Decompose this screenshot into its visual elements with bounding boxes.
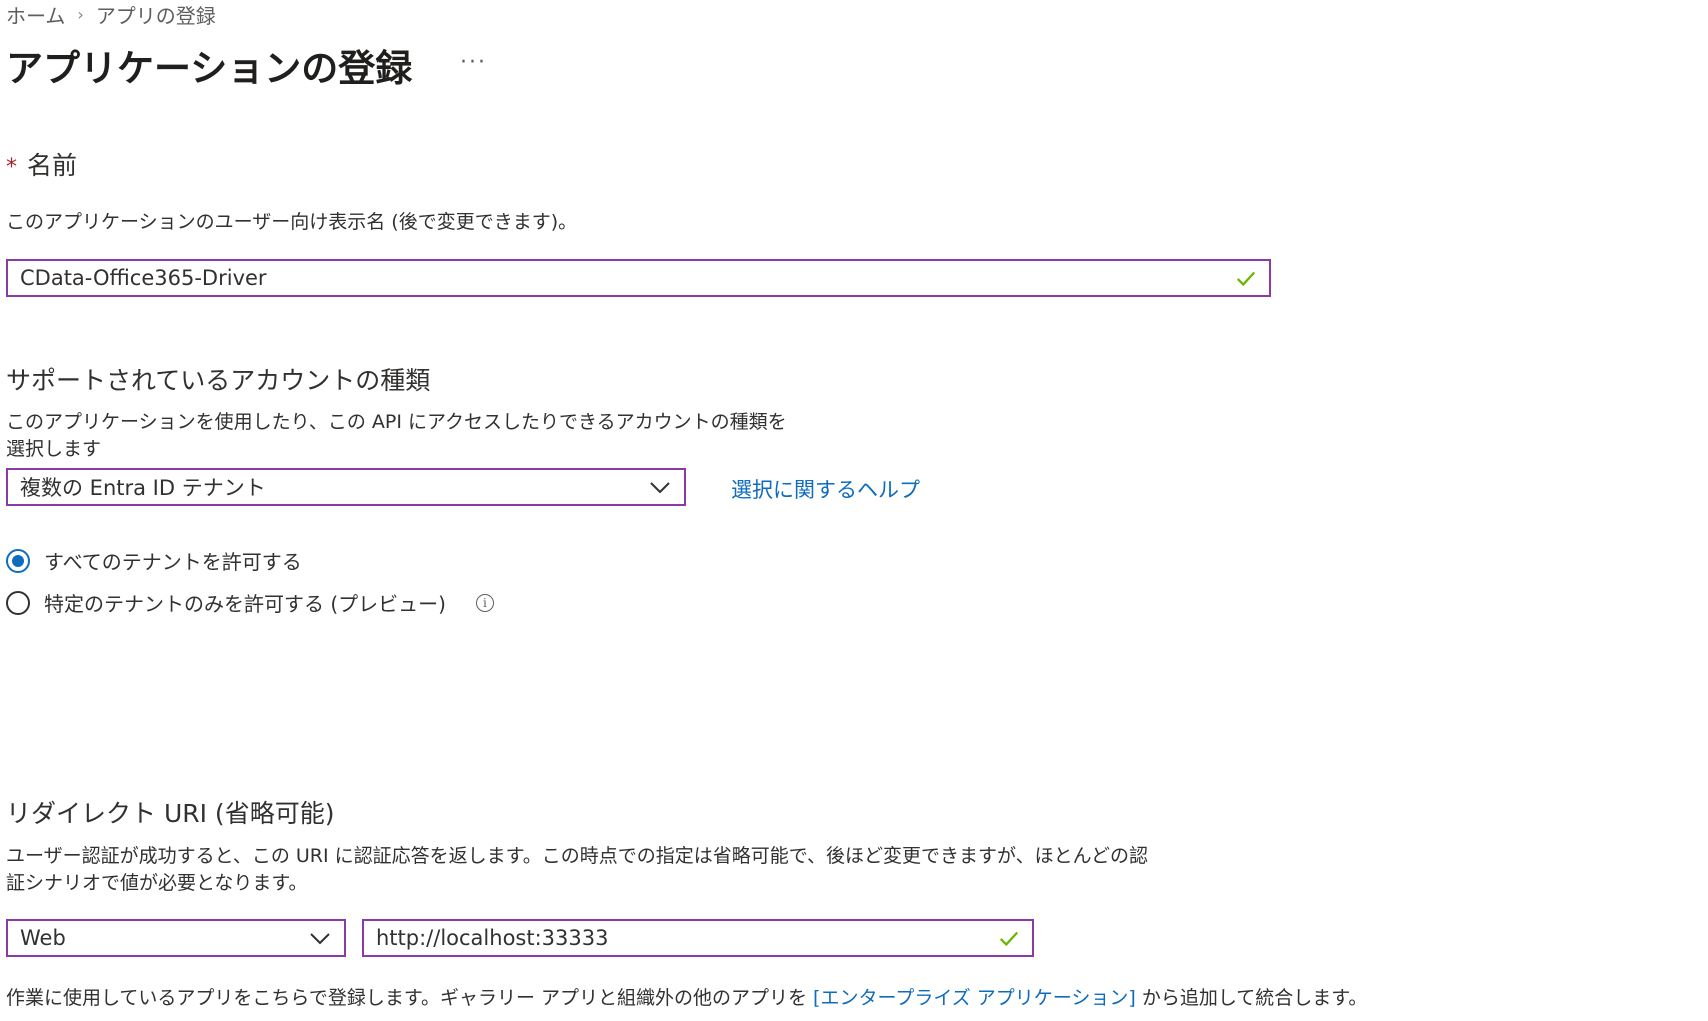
breadcrumb: ホーム › アプリの登録 — [6, 0, 216, 29]
redirect-uri-value: http://localhost:33333 — [376, 926, 609, 950]
account-type-selected: 複数の Entra ID テナント — [20, 476, 266, 500]
platform-select[interactable]: Web — [6, 919, 346, 957]
redirect-uri-input[interactable]: http://localhost:33333 — [362, 919, 1034, 957]
breadcrumb-separator-icon: › — [77, 5, 84, 24]
breadcrumb-current[interactable]: アプリの登録 — [96, 0, 216, 29]
footer-note: 作業に使用しているアプリをこちらで登録します。ギャラリー アプリと組織外の他のア… — [6, 983, 1367, 1010]
redirect-uri-description-line2: 証シナリオで値が必要となります。 — [6, 872, 308, 894]
radio-specific-tenants-label: 特定のテナントのみを許可する (プレビュー) — [44, 592, 446, 616]
account-type-select[interactable]: 複数の Entra ID テナント — [6, 468, 686, 506]
account-type-description-line2: 選択します — [6, 438, 102, 460]
radio-all-tenants-label: すべてのテナントを許可する — [44, 550, 302, 574]
account-type-label: サポートされているアカウントの種類 — [6, 366, 431, 395]
required-mark: * — [6, 155, 17, 180]
account-type-description-line1: このアプリケーションを使用したり、この API にアクセスしたりできるアカウント… — [6, 411, 787, 433]
chevron-down-icon — [650, 482, 670, 494]
footer-text-after: から追加して統合します。 — [1135, 987, 1368, 1009]
radio-specific-tenants[interactable]: 特定のテナントのみを許可する (プレビュー) i — [6, 588, 494, 617]
enterprise-applications-link[interactable]: [エンタープライズ アプリケーション] — [813, 987, 1136, 1009]
info-icon[interactable]: i — [475, 593, 494, 612]
selection-help-link[interactable]: 選択に関するヘルプ — [731, 474, 920, 504]
redirect-uri-description-line1: ユーザー認証が成功すると、この URI に認証応答を返します。この時点での指定は… — [6, 845, 1149, 867]
name-input[interactable]: CData-Office365-Driver — [6, 259, 1271, 297]
valid-check-icon — [999, 931, 1019, 947]
name-description: このアプリケーションのユーザー向け表示名 (後で変更できます)。 — [6, 211, 578, 233]
app-registration-page: ホーム › アプリの登録 アプリケーションの登録 ··· * 名前 このアプリケー… — [0, 0, 1708, 1021]
name-input-value: CData-Office365-Driver — [20, 266, 267, 290]
redirect-uri-label: リダイレクト URI (省略可能) — [6, 799, 335, 828]
valid-check-icon — [1236, 271, 1256, 287]
more-options-icon[interactable]: ··· — [460, 50, 487, 75]
chevron-down-icon — [310, 933, 330, 945]
footer-text-before: 作業に使用しているアプリをこちらで登録します。ギャラリー アプリと組織外の他のア… — [6, 987, 814, 1009]
platform-selected: Web — [20, 926, 66, 950]
name-label: * 名前 — [6, 146, 77, 182]
radio-checked-icon[interactable] — [6, 548, 30, 573]
radio-unchecked-icon[interactable] — [6, 590, 30, 615]
breadcrumb-home[interactable]: ホーム — [6, 0, 65, 29]
name-label-text: 名前 — [27, 151, 78, 180]
page-title: アプリケーションの登録 — [6, 47, 413, 90]
radio-all-tenants[interactable]: すべてのテナントを許可する — [6, 546, 302, 575]
